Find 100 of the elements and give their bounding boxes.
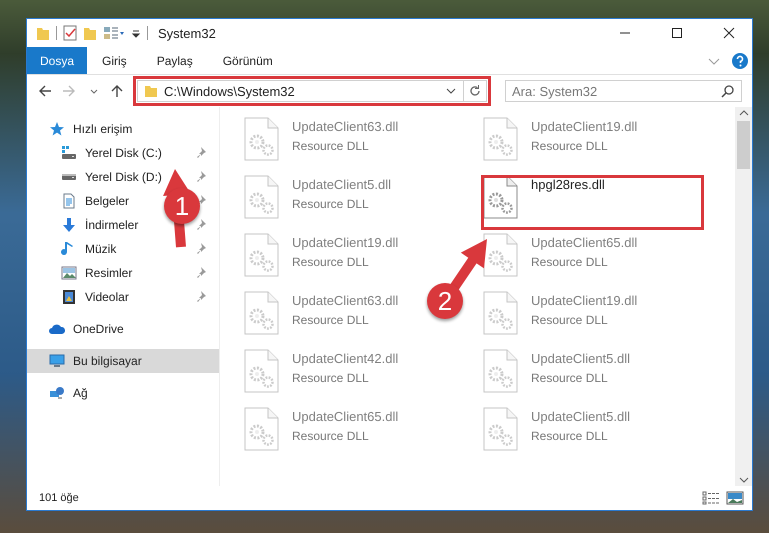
maximize-icon [671, 27, 683, 39]
file-type: Resource DLL [531, 313, 609, 327]
pin-icon[interactable] [197, 146, 209, 160]
drive-icon [61, 145, 77, 161]
sidebar-label: Müzik [85, 242, 116, 256]
search-field[interactable]: Ara: System32 [505, 80, 742, 102]
dll-file-icon [483, 175, 519, 219]
file-item[interactable]: UpdateClient19.dll Resource DLL [230, 227, 404, 281]
sidebar-label: Ağ [73, 386, 88, 400]
file-name: UpdateClient65.dll [292, 409, 398, 424]
file-type: Resource DLL [531, 139, 609, 153]
ribbon-tab[interactable]: Görünüm [208, 47, 288, 74]
file-item[interactable]: UpdateClient65.dll Resource DLL [230, 401, 404, 455]
file-name: UpdateClient63.dll [292, 293, 398, 308]
address-path: C:\Windows\System32 [164, 84, 296, 98]
sidebar-item[interactable]: Videolar [61, 286, 129, 308]
up-icon [110, 84, 124, 98]
forward-icon [62, 84, 76, 98]
sidebar-item[interactable]: İndirmeler [61, 214, 138, 236]
star-icon [49, 121, 65, 137]
file-item[interactable]: UpdateClient63.dll Resource DLL [230, 111, 404, 165]
film-icon [61, 289, 77, 305]
pin-icon[interactable] [197, 266, 209, 280]
step-number-badge: 2 [427, 283, 463, 319]
file-name: UpdateClient19.dll [531, 119, 638, 134]
dll-file-icon [244, 407, 280, 451]
file-name: UpdateClient5.dll [531, 409, 630, 424]
file-item[interactable]: UpdateClient5.dll Resource DLL [469, 401, 636, 455]
sidebar-label: OneDrive [73, 322, 124, 336]
file-item[interactable]: UpdateClient19.dll Resource DLL [469, 111, 644, 165]
file-item[interactable]: UpdateClient5.dll Resource DLL [230, 169, 398, 223]
sidebar-label: Videolar [85, 290, 129, 304]
sidebar-label: Resimler [85, 266, 132, 280]
file-type: Resource DLL [292, 255, 370, 269]
file-name: UpdateClient19.dll [292, 235, 398, 250]
file-name: hpgl28res.dll [531, 177, 605, 192]
file-type: Resource DLL [531, 371, 609, 385]
sidebar-item[interactable]: Ağ [49, 382, 88, 404]
file-item[interactable]: UpdateClient65.dll Resource DLL [469, 227, 644, 281]
file-item[interactable]: UpdateClient5.dll Resource DLL [469, 343, 636, 397]
file-type: Resource DLL [531, 255, 609, 269]
file-type: Resource DLL [292, 429, 370, 443]
pin-icon[interactable] [197, 290, 209, 304]
dll-file-icon [483, 349, 519, 393]
dll-file-icon [483, 407, 519, 451]
picture-icon [61, 265, 77, 281]
network-icon [49, 385, 65, 401]
sidebar-item[interactable]: Yerel Disk (C:) [61, 142, 162, 164]
file-item[interactable]: UpdateClient42.dll Resource DLL [230, 343, 404, 397]
sidebar-item[interactable]: Müzik [61, 238, 116, 260]
large-icons-view-icon[interactable] [726, 491, 744, 505]
drive-icon [61, 173, 77, 181]
sidebar-item[interactable]: Resimler [61, 262, 132, 284]
sidebar-label: Hızlı erişim [73, 122, 132, 136]
search-icon[interactable] [721, 84, 735, 98]
monitor-icon [49, 353, 65, 369]
dll-file-icon [483, 117, 519, 161]
pin-icon[interactable] [197, 242, 209, 256]
file-name: UpdateClient19.dll [531, 293, 638, 308]
dll-file-icon [244, 175, 280, 219]
checklist-icon[interactable] [63, 25, 77, 41]
dll-file-icon [244, 349, 280, 393]
properties-icon[interactable] [103, 25, 125, 41]
help-icon[interactable] [732, 52, 748, 68]
sidebar-label: Yerel Disk (D:) [85, 170, 162, 184]
file-name: UpdateClient65.dll [531, 235, 638, 250]
file-type: Resource DLL [292, 371, 370, 385]
down-arrow-icon [61, 217, 77, 233]
sidebar-item[interactable]: Bu bilgisayar [49, 350, 142, 372]
sidebar-item[interactable]: Yerel Disk (D:) [61, 166, 162, 188]
sidebar-item[interactable]: Hızlı erişim [49, 118, 132, 140]
file-item[interactable]: hpgl28res.dll [469, 169, 611, 223]
details-view-icon[interactable] [702, 491, 720, 505]
dll-file-icon [244, 117, 280, 161]
ribbon-tab[interactable]: Dosya [27, 47, 88, 74]
file-type: Resource DLL [531, 429, 609, 443]
file-item[interactable]: UpdateClient19.dll Resource DLL [469, 285, 644, 339]
file-type: Resource DLL [292, 197, 370, 211]
file-type: Resource DLL [292, 313, 370, 327]
dll-file-icon [244, 233, 280, 277]
ribbon-tab[interactable]: Paylaş [142, 47, 208, 74]
file-item[interactable]: UpdateClient63.dll Resource DLL [230, 285, 404, 339]
sidebar-item[interactable]: Belgeler [61, 190, 130, 212]
pin-icon[interactable] [197, 170, 209, 184]
scrollbar[interactable] [735, 107, 752, 486]
refresh-icon [469, 85, 481, 97]
document-icon [61, 193, 77, 209]
sidebar-label: Bu bilgisayar [73, 354, 142, 368]
window-title: System32 [158, 26, 217, 40]
file-type: Resource DLL [292, 139, 370, 153]
sidebar-label: İndirmeler [85, 218, 138, 232]
sidebar-label: Belgeler [85, 194, 130, 208]
dll-file-icon [483, 233, 519, 277]
dll-file-icon [483, 291, 519, 335]
pin-icon[interactable] [197, 218, 209, 232]
ribbon-tab[interactable]: Giriş [87, 47, 142, 74]
scrollbar-thumb[interactable] [737, 121, 750, 169]
file-name: UpdateClient5.dll [292, 177, 392, 192]
item-count: 101 öğe [39, 492, 79, 504]
sidebar-item[interactable]: OneDrive [49, 318, 124, 340]
